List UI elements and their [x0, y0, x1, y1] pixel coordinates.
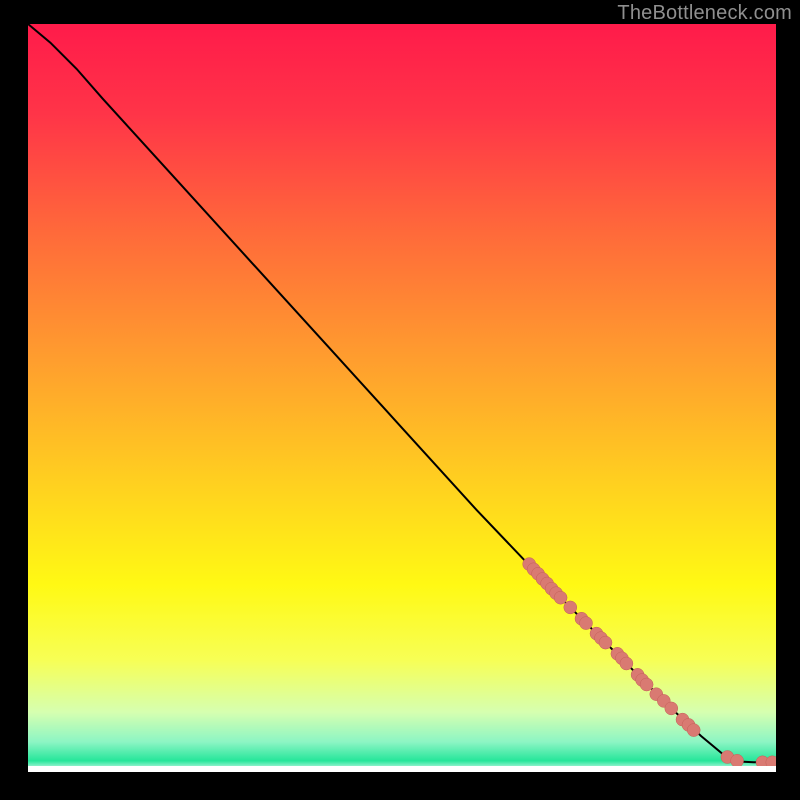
- data-marker: [665, 702, 678, 715]
- watermark-label: TheBottleneck.com: [617, 2, 792, 25]
- data-marker: [580, 617, 593, 630]
- data-marker: [687, 724, 700, 737]
- marker-group: [523, 558, 776, 769]
- curve-line: [28, 24, 776, 762]
- data-marker: [640, 678, 653, 691]
- baseline-strip: [28, 766, 776, 772]
- chart-area: [28, 24, 776, 772]
- data-marker: [731, 754, 744, 767]
- chart-overlay: [28, 24, 776, 772]
- data-marker: [564, 601, 577, 614]
- data-marker: [620, 657, 633, 670]
- data-marker: [554, 591, 567, 604]
- data-marker: [599, 636, 612, 649]
